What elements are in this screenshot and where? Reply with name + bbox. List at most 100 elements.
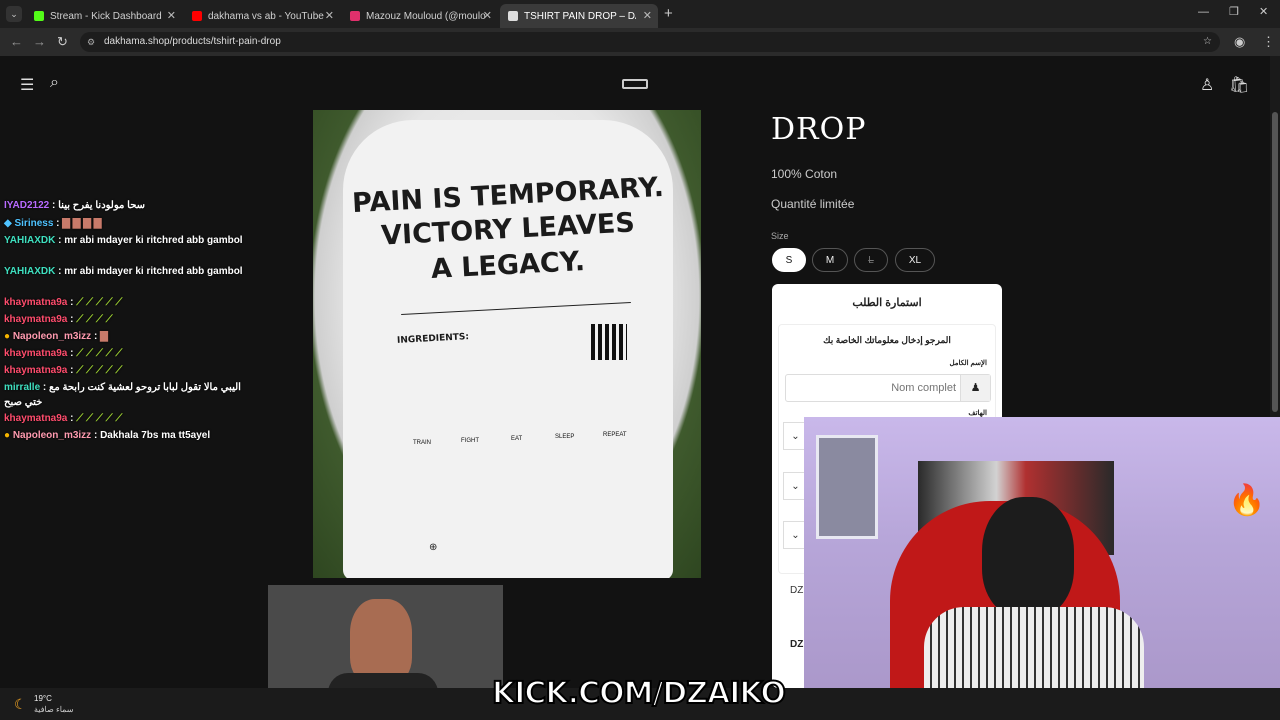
- weather-icon[interactable]: ☾: [14, 696, 27, 713]
- badge-icon: ●: [4, 430, 11, 441]
- chat-username: IYAD2122: [4, 200, 50, 211]
- train-label: TRAIN: [413, 440, 431, 446]
- close-tab-icon[interactable]: ✕: [483, 9, 492, 22]
- chat-message: ● Napoleon_m3izz : ▇: [4, 331, 108, 342]
- tab-kick-dashboard[interactable]: Stream - Kick Dashboard ✕: [26, 4, 182, 28]
- emote-icon: ⟋ ⟋ ⟋ ⟋ ⟋: [76, 297, 123, 308]
- chat-text: mr abi mdayer ki ritchred abb gambol: [64, 235, 243, 246]
- weather-temp: 19°C: [34, 694, 52, 703]
- name-input[interactable]: [788, 377, 958, 399]
- tab-title: TSHIRT PAIN DROP – DAKHAMA: [524, 10, 636, 22]
- phone-field-label: الهاتف: [968, 410, 987, 417]
- reload-icon[interactable]: ↻: [57, 34, 68, 50]
- chat-text: Dakhala 7bs ma tt5ayel: [100, 430, 211, 441]
- browser-tab-bar: ⌄ Stream - Kick Dashboard ✕ dakhama vs a…: [0, 0, 1280, 28]
- name-field[interactable]: ♟: [785, 374, 991, 402]
- search-icon[interactable]: ⌕: [50, 74, 59, 92]
- sleep-label: SLEEP: [555, 434, 575, 440]
- product-title: DROP: [771, 112, 867, 147]
- shirt-ingredients-label: INGREDIENTS:: [396, 332, 470, 346]
- product-image[interactable]: PAIN IS TEMPORARY. VICTORY LEAVES A LEGA…: [313, 110, 701, 578]
- menu-kebab-icon[interactable]: ⋮: [1262, 34, 1275, 50]
- chat-username: YAHIAXDK: [4, 266, 56, 277]
- eat-label: EAT: [511, 436, 523, 442]
- emote-icon: ⟋ ⟋ ⟋ ⟋ ⟋: [76, 365, 123, 376]
- back-icon[interactable]: ←: [10, 34, 23, 49]
- streamer-webcam: 🔥: [804, 417, 1280, 720]
- shirt-icons-row: TRAIN FIGHT EAT SLEEP REPEAT: [403, 400, 643, 454]
- close-tab-icon[interactable]: ✕: [167, 9, 176, 22]
- streamer-head-graphic: [982, 497, 1074, 617]
- account-icon[interactable]: ♙: [1200, 75, 1214, 95]
- tab-search-icon[interactable]: ⌄: [6, 6, 22, 22]
- tshirt-graphic: PAIN IS TEMPORARY. VICTORY LEAVES A LEGA…: [343, 120, 673, 578]
- forward-icon[interactable]: →: [33, 34, 46, 49]
- profile-icon[interactable]: ◉: [1234, 34, 1245, 50]
- tab-title: Mazouz Mouloud (@mouloud_: [366, 10, 486, 22]
- size-option-xl[interactable]: XL: [895, 248, 935, 272]
- close-window-icon[interactable]: ✕: [1259, 5, 1268, 18]
- name-field-label: الإسم الكامل: [949, 360, 987, 367]
- instagram-favicon-icon: [350, 11, 360, 21]
- size-option-s[interactable]: S: [772, 248, 806, 272]
- chat-username: khaymatna9a: [4, 297, 68, 308]
- bookmark-star-icon[interactable]: ☆: [1203, 32, 1212, 52]
- tab-title: Stream - Kick Dashboard: [50, 10, 162, 22]
- product-material: 100% Coton: [771, 167, 838, 181]
- fire-icon: 🔥: [1228, 484, 1266, 517]
- chat-message: khaymatna9a : ⟋ ⟋ ⟋ ⟋ ⟋: [4, 348, 123, 359]
- site-info-icon[interactable]: ⚙: [87, 32, 95, 52]
- emote-icon: ▇ ▇ ▇ ▇: [62, 218, 102, 229]
- chat-username: YAHIAXDK: [4, 235, 56, 246]
- guest-face-graphic: [350, 599, 412, 683]
- chat-message: khaymatna9a : ⟋ ⟋ ⟋ ⟋ ⟋: [4, 413, 123, 424]
- cart-icon[interactable]: 🛍: [1229, 75, 1249, 95]
- url-field[interactable]: ⚙ dakhama.shop/products/tshirt-pain-drop…: [80, 32, 1220, 52]
- form-subtitle: المرجو إدخال معلوماتك الخاصة بك: [823, 335, 951, 345]
- dz-price-1: DZ: [790, 585, 804, 596]
- repeat-label: REPEAT: [603, 432, 627, 438]
- chat-username: mirralle: [4, 382, 41, 393]
- minimize-icon[interactable]: —: [1198, 6, 1209, 18]
- browser-address-bar: ← → ↻ ⚙ dakhama.shop/products/tshirt-pai…: [0, 28, 1280, 56]
- size-option-l[interactable]: L: [854, 248, 888, 272]
- tab-title: dakhama vs ab - YouTube: [208, 10, 324, 22]
- weather-desc: سماء صافية: [34, 705, 74, 714]
- window-graphic: [816, 435, 878, 539]
- page-scrollbar-thumb[interactable]: [1272, 112, 1278, 412]
- chat-username: khaymatna9a: [4, 348, 68, 359]
- badge-icon: ●: [4, 331, 11, 342]
- chat-message: YAHIAXDK : mr abi mdayer ki ritchred abb…: [4, 266, 243, 277]
- chat-message: IYAD2122 : سحا مولودنا يفرح بينا: [4, 200, 146, 211]
- hamburger-menu-icon[interactable]: ☰: [20, 75, 34, 95]
- chat-username: Napoleon_m3izz: [12, 430, 92, 441]
- close-tab-icon[interactable]: ✕: [643, 9, 652, 22]
- emote-icon: ⟋ ⟋ ⟋ ⟋ ⟋: [76, 413, 123, 424]
- kick-favicon-icon: [34, 11, 44, 21]
- chat-message: YAHIAXDK : mr abi mdayer ki ritchred abb…: [4, 235, 243, 246]
- chat-text: mr abi mdayer ki ritchred abb gambol: [64, 266, 243, 277]
- new-tab-button[interactable]: +: [664, 5, 673, 22]
- dz-price-2: DZ: [790, 639, 804, 650]
- store-logo[interactable]: [622, 79, 648, 89]
- shirt-divider: [401, 301, 631, 316]
- badge-icon: ◆: [4, 218, 12, 229]
- chat-message: mirralle : اليبي مالا تقول لبابا تروحو ل…: [4, 382, 241, 408]
- close-tab-icon[interactable]: ✕: [325, 9, 334, 22]
- qr-code-icon: [591, 324, 627, 360]
- chat-username: khaymatna9a: [4, 314, 68, 325]
- user-icon: ♟: [960, 375, 990, 401]
- size-option-m[interactable]: M: [812, 248, 848, 272]
- tab-dakhama-shop[interactable]: TSHIRT PAIN DROP – DAKHAMA ✕: [500, 4, 658, 28]
- tab-youtube[interactable]: dakhama vs ab - YouTube ✕: [184, 4, 340, 28]
- zoom-icon[interactable]: ⊕: [429, 542, 437, 553]
- emote-icon: ⟋ ⟋ ⟋ ⟋ ⟋: [76, 348, 123, 359]
- tab-instagram[interactable]: Mazouz Mouloud (@mouloud_ ✕: [342, 4, 498, 28]
- chat-message: khaymatna9a : ⟋ ⟋ ⟋ ⟋: [4, 314, 113, 325]
- form-title: استمارة الطلب: [852, 297, 922, 309]
- fight-label: FIGHT: [461, 438, 479, 444]
- chat-text: اليبي مالا تقول لبابا تروحو لعشية كنت را…: [4, 382, 241, 408]
- kick-channel-banner: KICK.COM/DZAIKO: [491, 675, 788, 716]
- restore-icon[interactable]: ❐: [1229, 5, 1239, 18]
- shop-favicon-icon: [508, 11, 518, 21]
